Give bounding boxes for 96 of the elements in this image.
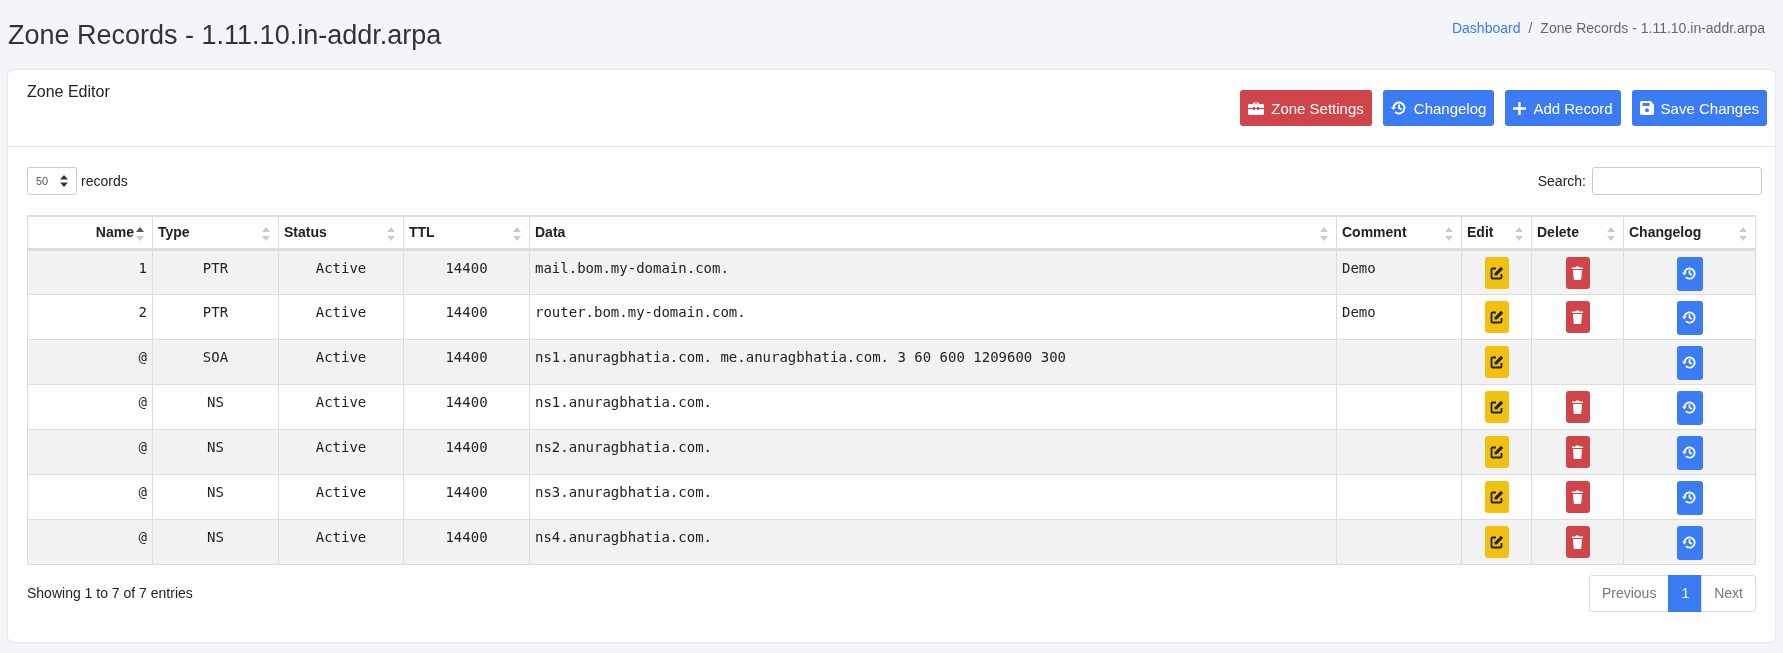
- search-label: Search:: [1537, 173, 1586, 189]
- table-cell: Active: [315, 438, 367, 455]
- sort-arrows-icon: [60, 175, 68, 187]
- trash-icon: [1572, 399, 1583, 414]
- changelog-button[interactable]: [1676, 345, 1703, 380]
- pencil-square-icon: [1489, 354, 1504, 369]
- table-cell: ns4.anuragbhatia.com.: [535, 528, 712, 545]
- history-icon: [1390, 100, 1407, 116]
- table-cell: ns3.anuragbhatia.com.: [535, 483, 712, 500]
- delete-button[interactable]: [1565, 435, 1590, 468]
- delete-button[interactable]: [1565, 256, 1590, 289]
- pencil-square-icon: [1489, 534, 1504, 549]
- trash-icon: [1572, 265, 1583, 280]
- breadcrumb-link[interactable]: Dashboard: [1451, 20, 1521, 36]
- table-cell: @: [138, 528, 147, 545]
- table-cell: 14400: [445, 348, 488, 365]
- table-cell: Active: [315, 528, 367, 545]
- pencil-square-icon: [1489, 444, 1504, 459]
- table-cell: ns1.anuragbhatia.com. me.anuragbhatia.com. 3 60 600 1209600 300: [535, 348, 1066, 365]
- changelog-button[interactable]: [1676, 390, 1703, 425]
- pencil-square-icon: [1489, 399, 1504, 414]
- edit-button[interactable]: [1484, 345, 1509, 378]
- history-icon: [1682, 310, 1697, 325]
- delete-button[interactable]: [1565, 525, 1590, 558]
- pagination-button[interactable]: 1: [1668, 574, 1703, 612]
- breadcrumb-current: Zone Records - 1.11.10.in-addr.arpa: [1540, 20, 1765, 36]
- table-cell: ns2.anuragbhatia.com.: [535, 438, 712, 455]
- table-cell: 14400: [445, 303, 488, 320]
- table-cell: NS: [207, 438, 224, 455]
- table-cell: NS: [207, 483, 224, 500]
- table-cell: 14400: [445, 483, 488, 500]
- toolbar-button[interactable]: Zone Settings: [1240, 90, 1372, 126]
- table-cell: Active: [315, 303, 367, 320]
- table-cell: Active: [315, 483, 367, 500]
- table-cell: Active: [315, 393, 367, 410]
- history-icon: [1682, 490, 1697, 505]
- table-cell: mail.bom.my-domain.com.: [535, 259, 729, 276]
- table-cell: router.bom.my-domain.com.: [535, 303, 746, 320]
- table-cell: NS: [207, 528, 224, 545]
- trash-icon: [1572, 489, 1583, 504]
- table-cell: Active: [315, 348, 367, 365]
- delete-button[interactable]: [1565, 300, 1590, 333]
- page-size-label: records: [81, 173, 128, 189]
- table-cell: NS: [207, 393, 224, 410]
- pencil-square-icon: [1489, 489, 1504, 504]
- edit-button[interactable]: [1484, 480, 1509, 513]
- trash-icon: [1572, 444, 1583, 459]
- history-icon: [1682, 355, 1697, 370]
- plus-icon: [1513, 101, 1527, 115]
- edit-button[interactable]: [1484, 300, 1509, 333]
- changelog-button[interactable]: [1676, 300, 1703, 335]
- edit-button[interactable]: [1484, 435, 1509, 468]
- table-cell: 14400: [445, 259, 488, 276]
- table-cell: PTR: [202, 259, 229, 276]
- table-cell: Demo: [1342, 259, 1376, 276]
- history-icon: [1682, 400, 1697, 415]
- toolbar-button[interactable]: Changelog: [1382, 90, 1495, 126]
- changelog-button[interactable]: [1676, 435, 1703, 470]
- history-icon: [1682, 266, 1697, 281]
- table-cell: 1: [138, 259, 147, 276]
- table-cell: @: [138, 348, 147, 365]
- edit-button[interactable]: [1484, 390, 1509, 423]
- pencil-square-icon: [1489, 309, 1504, 324]
- changelog-button[interactable]: [1676, 525, 1703, 560]
- history-icon: [1682, 445, 1697, 460]
- table-cell: PTR: [202, 303, 229, 320]
- table-cell: 14400: [445, 528, 488, 545]
- changelog-button[interactable]: [1676, 256, 1703, 291]
- breadcrumb-separator: /: [1528, 20, 1533, 36]
- delete-button[interactable]: [1565, 480, 1590, 513]
- table-cell: 14400: [445, 393, 488, 410]
- pencil-square-icon: [1489, 265, 1504, 280]
- history-icon: [1682, 535, 1697, 550]
- trash-icon: [1572, 309, 1583, 324]
- table-cell: @: [138, 393, 147, 410]
- entries-info: Showing 1 to 7 of 7 entries: [27, 585, 193, 601]
- table-cell: 2: [138, 303, 147, 320]
- table-cell: @: [138, 438, 147, 455]
- table-cell: @: [138, 483, 147, 500]
- table-cell: Demo: [1342, 303, 1376, 320]
- table-cell: SOA: [202, 348, 229, 365]
- edit-button[interactable]: [1484, 256, 1509, 289]
- toolbar-button[interactable]: Add Record: [1505, 90, 1621, 126]
- table-cell: Active: [315, 259, 367, 276]
- trash-icon: [1572, 534, 1583, 549]
- page-title: Zone Records - 1.11.10.in-addr.arpa: [8, 19, 442, 51]
- card-title: Zone Editor: [27, 82, 110, 102]
- search-field[interactable]: [1592, 167, 1762, 195]
- table-cell: ns1.anuragbhatia.com.: [535, 393, 712, 410]
- changelog-button[interactable]: [1676, 480, 1703, 515]
- table-cell: 14400: [445, 438, 488, 455]
- edit-button[interactable]: [1484, 525, 1509, 558]
- toolbar-button[interactable]: Save Changes: [1631, 90, 1767, 126]
- toolbox-icon: [1248, 101, 1265, 115]
- page-size-select[interactable]: 50: [27, 167, 77, 195]
- delete-button[interactable]: [1565, 390, 1590, 423]
